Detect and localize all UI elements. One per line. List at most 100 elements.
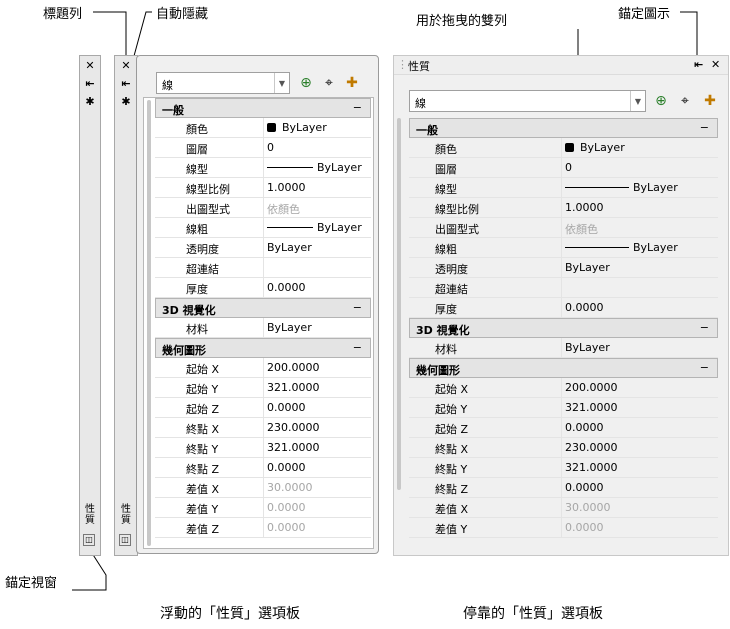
property-row[interactable]: 起始 X 200.0000: [409, 378, 718, 398]
vertical-tab-label[interactable]: 性質: [118, 504, 134, 526]
quick-select-icon[interactable]: ⊕: [652, 92, 670, 110]
property-row[interactable]: 終點 X 230.0000: [409, 438, 718, 458]
select-objects-icon[interactable]: ⌖: [320, 74, 338, 92]
property-value[interactable]: ByLayer: [267, 161, 362, 174]
anchored-palette-bar[interactable]: ✕ ⇤ ✱ 性質 ◫: [79, 55, 101, 556]
property-value[interactable]: 依顏色: [565, 221, 598, 237]
property-value[interactable]: 30.0000: [267, 481, 313, 494]
property-row[interactable]: 出圖型式 依顏色: [155, 198, 371, 218]
property-value[interactable]: 依顏色: [267, 201, 300, 217]
property-value[interactable]: 0.0000: [565, 301, 604, 314]
docked-title-bar[interactable]: ⋮ 性質 ⇤ ✕: [394, 56, 728, 75]
property-row[interactable]: 線粗 ByLayer: [409, 238, 718, 258]
property-value[interactable]: 0.0000: [267, 461, 306, 474]
auto-hide-icon[interactable]: ⇤: [119, 77, 133, 91]
property-value[interactable]: 0.0000: [267, 401, 306, 414]
property-row[interactable]: 厚度 0.0000: [409, 298, 718, 318]
property-row[interactable]: 圖層 0: [409, 158, 718, 178]
property-value[interactable]: 321.0000: [267, 441, 320, 454]
property-value[interactable]: 200.0000: [267, 361, 320, 374]
property-row[interactable]: 顏色 ByLayer: [409, 138, 718, 158]
property-value[interactable]: ByLayer: [267, 321, 312, 334]
property-row[interactable]: 圖層 0: [155, 138, 371, 158]
close-icon[interactable]: ✕: [711, 58, 720, 71]
property-row[interactable]: 線型比例 1.0000: [409, 198, 718, 218]
vertical-tab-label[interactable]: 性質: [82, 504, 98, 526]
collapse-icon[interactable]: −: [353, 301, 362, 314]
property-row[interactable]: 超連結: [409, 278, 718, 298]
property-row[interactable]: 差值 X 30.0000: [155, 478, 371, 498]
object-type-dropdown[interactable]: 線 ▼: [409, 90, 646, 112]
category-header[interactable]: 幾何圖形 −: [155, 338, 371, 358]
category-header[interactable]: 3D 視覺化 −: [409, 318, 718, 338]
property-row[interactable]: 透明度 ByLayer: [155, 238, 371, 258]
property-value[interactable]: 1.0000: [565, 201, 604, 214]
property-value[interactable]: ByLayer: [267, 121, 327, 134]
property-row[interactable]: 起始 Y 321.0000: [409, 398, 718, 418]
settings-icon[interactable]: ✱: [119, 95, 133, 109]
select-objects-icon[interactable]: ⌖: [676, 92, 694, 110]
property-row[interactable]: 材料 ByLayer: [409, 338, 718, 358]
property-row[interactable]: 終點 Y 321.0000: [155, 438, 371, 458]
property-row[interactable]: 材料 ByLayer: [155, 318, 371, 338]
property-row[interactable]: 差值 Y 0.0000: [409, 518, 718, 538]
category-header[interactable]: 幾何圖形 −: [409, 358, 718, 378]
property-row[interactable]: 起始 Z 0.0000: [409, 418, 718, 438]
property-value[interactable]: 0: [565, 161, 572, 174]
property-value[interactable]: ByLayer: [565, 181, 678, 194]
property-row[interactable]: 終點 Z 0.0000: [155, 458, 371, 478]
category-header[interactable]: 一般 −: [155, 98, 371, 118]
property-row[interactable]: 線型 ByLayer: [409, 178, 718, 198]
collapse-icon[interactable]: −: [700, 321, 709, 334]
collapse-icon[interactable]: −: [700, 361, 709, 374]
property-value[interactable]: ByLayer: [267, 241, 312, 254]
property-value[interactable]: 0: [267, 141, 274, 154]
property-value[interactable]: 230.0000: [565, 441, 618, 454]
floating-title-bar[interactable]: ✕ ⇤ ✱ 性質 ◫: [114, 55, 138, 556]
property-value[interactable]: 0.0000: [565, 481, 604, 494]
property-row[interactable]: 起始 Y 321.0000: [155, 378, 371, 398]
property-row[interactable]: 顏色 ByLayer: [155, 118, 371, 138]
collapse-icon[interactable]: −: [353, 341, 362, 354]
auto-hide-icon[interactable]: ⇤: [694, 58, 703, 71]
property-row[interactable]: 終點 Y 321.0000: [409, 458, 718, 478]
property-row[interactable]: 終點 Z 0.0000: [409, 478, 718, 498]
chevron-down-icon[interactable]: ▼: [274, 73, 289, 93]
property-row[interactable]: 差值 Y 0.0000: [155, 498, 371, 518]
property-row[interactable]: 差值 X 30.0000: [409, 498, 718, 518]
property-row[interactable]: 起始 X 200.0000: [155, 358, 371, 378]
property-row[interactable]: 起始 Z 0.0000: [155, 398, 371, 418]
object-type-dropdown[interactable]: 線 ▼: [156, 72, 290, 94]
property-value[interactable]: 321.0000: [565, 461, 618, 474]
property-value[interactable]: 0.0000: [267, 521, 306, 534]
auto-hide-icon[interactable]: ⇤: [83, 77, 97, 91]
property-value[interactable]: 0.0000: [565, 421, 604, 434]
collapse-icon[interactable]: −: [700, 121, 709, 134]
property-value[interactable]: 30.0000: [565, 501, 611, 514]
scrollbar[interactable]: [397, 118, 401, 490]
chevron-down-icon[interactable]: ▼: [630, 91, 645, 111]
property-value[interactable]: 0.0000: [267, 281, 306, 294]
property-row[interactable]: 線型比例 1.0000: [155, 178, 371, 198]
property-value[interactable]: ByLayer: [565, 341, 610, 354]
property-row[interactable]: 差值 Z 0.0000: [155, 518, 371, 538]
property-value[interactable]: ByLayer: [565, 141, 625, 154]
property-value[interactable]: ByLayer: [267, 221, 362, 234]
pickadd-icon[interactable]: ✚: [701, 92, 719, 110]
property-row[interactable]: 線粗 ByLayer: [155, 218, 371, 238]
property-value[interactable]: 200.0000: [565, 381, 618, 394]
property-row[interactable]: 厚度 0.0000: [155, 278, 371, 298]
drag-grip-icon[interactable]: ⋮: [397, 58, 408, 71]
scrollbar[interactable]: [147, 100, 151, 546]
property-row[interactable]: 超連結: [155, 258, 371, 278]
property-value[interactable]: 0.0000: [267, 501, 306, 514]
close-icon[interactable]: ✕: [83, 59, 97, 73]
property-value[interactable]: 321.0000: [267, 381, 320, 394]
category-header[interactable]: 3D 視覺化 −: [155, 298, 371, 318]
property-row[interactable]: 終點 X 230.0000: [155, 418, 371, 438]
quick-select-icon[interactable]: ⊕: [297, 74, 315, 92]
category-header[interactable]: 一般 −: [409, 118, 718, 138]
property-value[interactable]: 0.0000: [565, 521, 604, 534]
close-icon[interactable]: ✕: [119, 59, 133, 73]
property-value[interactable]: 1.0000: [267, 181, 306, 194]
